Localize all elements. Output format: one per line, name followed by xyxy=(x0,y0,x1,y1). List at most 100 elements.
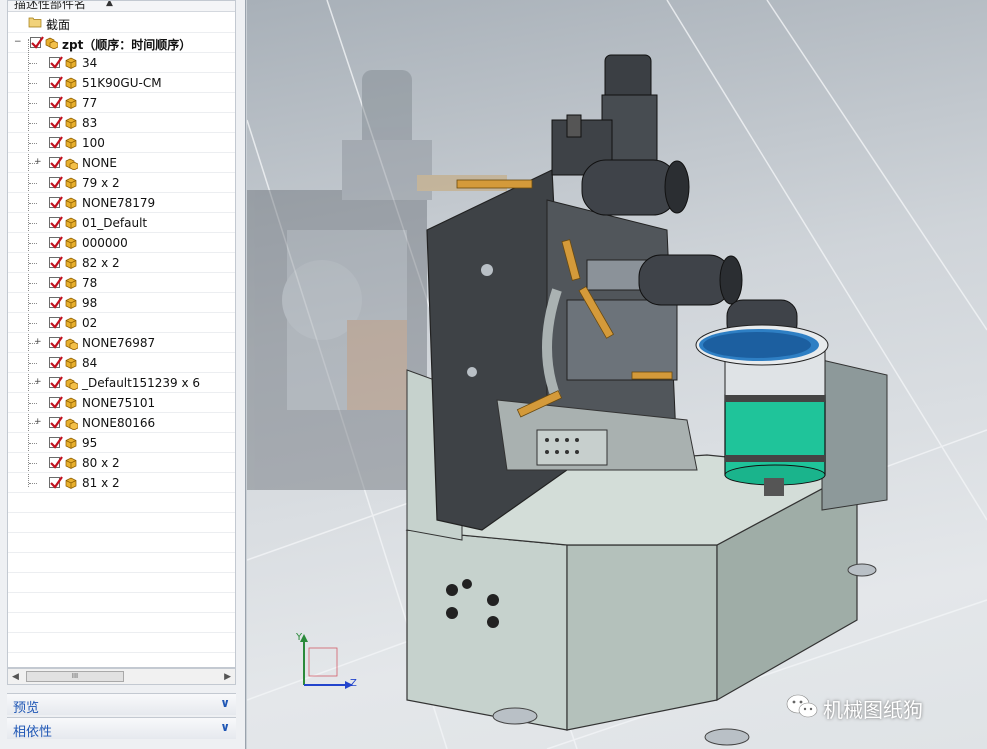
row-checkbox[interactable] xyxy=(49,436,63,449)
row-checkbox[interactable] xyxy=(49,216,63,229)
part-cube-icon xyxy=(65,277,77,289)
tree-item[interactable]: 000000 xyxy=(8,233,235,253)
folder-icon xyxy=(28,16,42,31)
row-checkbox[interactable] xyxy=(49,396,63,409)
tree-item[interactable]: 81 x 2 xyxy=(8,473,235,493)
empty-row xyxy=(8,613,235,633)
row-label: 34 xyxy=(82,56,98,70)
row-checkbox[interactable] xyxy=(49,136,63,149)
row-checkbox[interactable] xyxy=(49,456,63,469)
row-label: 95 xyxy=(82,436,98,450)
row-checkbox[interactable] xyxy=(49,356,63,369)
row-checkbox[interactable] xyxy=(49,76,63,89)
tree-branch-line xyxy=(29,403,37,404)
expand-icon[interactable]: + xyxy=(34,338,42,347)
part-cube-icon xyxy=(65,397,77,409)
expand-icon[interactable]: + xyxy=(34,378,42,387)
tree-item[interactable]: + _Default151239 x 6 xyxy=(8,373,235,393)
part-cube-icon xyxy=(65,177,77,189)
tree-item[interactable]: 51K90GU-CM xyxy=(8,73,235,93)
row-checkbox[interactable] xyxy=(49,376,63,389)
row-label: 77 xyxy=(82,96,98,110)
tree-item-root-assembly[interactable]: − zpt（顺序：时间顺序） xyxy=(8,33,235,53)
row-checkbox[interactable] xyxy=(49,416,63,429)
row-checkbox[interactable] xyxy=(49,96,63,109)
collapse-icon[interactable]: − xyxy=(14,38,22,47)
tree-item[interactable]: 82 x 2 xyxy=(8,253,235,273)
horizontal-scrollbar[interactable]: ◀ III ▶ xyxy=(7,668,236,685)
row-label: 79 x 2 xyxy=(82,176,120,190)
assembly-icon xyxy=(45,36,59,50)
axis-triad xyxy=(300,634,353,689)
tree-item[interactable]: NONE75101 xyxy=(8,393,235,413)
tree-branch-line xyxy=(29,183,37,184)
tree-branch-line xyxy=(29,303,37,304)
row-checkbox[interactable] xyxy=(49,56,63,69)
row-checkbox[interactable] xyxy=(49,316,63,329)
expand-icon[interactable]: + xyxy=(34,158,42,167)
tree-item[interactable]: 84 xyxy=(8,353,235,373)
empty-row xyxy=(8,553,235,573)
part-cube-icon xyxy=(65,117,77,129)
preview-section-header[interactable]: 预览 ∨ xyxy=(7,693,236,716)
tree-item[interactable]: 83 xyxy=(8,113,235,133)
part-cube-icon xyxy=(65,77,77,89)
dependencies-section-header[interactable]: 相依性 ∨ xyxy=(7,717,236,740)
row-checkbox[interactable] xyxy=(49,296,63,309)
empty-row xyxy=(8,633,235,653)
row-checkbox[interactable] xyxy=(49,116,63,129)
row-checkbox[interactable] xyxy=(49,276,63,289)
scroll-right-arrow-icon[interactable]: ▶ xyxy=(224,672,231,682)
tree-item[interactable]: 78 xyxy=(8,273,235,293)
tree-item[interactable]: NONE78179 xyxy=(8,193,235,213)
part-cube-icon xyxy=(65,57,77,69)
part-tree: 描述性部件名 ▲ 截面 − zpt（顺序：时间顺序） 34 51K90GU-CM 77 83… xyxy=(7,0,236,668)
row-checkbox[interactable] xyxy=(49,336,63,349)
tree-item[interactable]: + NONE xyxy=(8,153,235,173)
tree-branch-line xyxy=(29,363,37,364)
part-cube-icon xyxy=(65,317,77,329)
tree-item[interactable]: 34 xyxy=(8,53,235,73)
sort-ascending-icon[interactable]: ▲ xyxy=(106,1,113,8)
tree-branch-line xyxy=(29,283,37,284)
row-checkbox[interactable] xyxy=(49,256,63,269)
tree-item-sections[interactable]: 截面 xyxy=(8,13,235,33)
assembly-icon xyxy=(65,337,79,351)
chevron-down-icon[interactable]: ∨ xyxy=(220,720,230,734)
tree-item[interactable]: 80 x 2 xyxy=(8,453,235,473)
tree-item[interactable]: 02 xyxy=(8,313,235,333)
tree-item[interactable]: + NONE80166 xyxy=(8,413,235,433)
tree-item[interactable]: 77 xyxy=(8,93,235,113)
column-header-label: 描述性部件名 xyxy=(14,0,87,11)
row-label: NONE75101 xyxy=(82,396,156,410)
row-checkbox[interactable] xyxy=(49,156,63,169)
tree-item[interactable]: + NONE76987 xyxy=(8,333,235,353)
expand-icon[interactable]: + xyxy=(34,418,42,427)
row-checkbox[interactable] xyxy=(49,196,63,209)
scroll-thumb[interactable]: III xyxy=(26,671,124,682)
row-checkbox[interactable] xyxy=(30,36,44,49)
tree-item[interactable]: 100 xyxy=(8,133,235,153)
tree-item[interactable]: 95 xyxy=(8,433,235,453)
tree-item[interactable]: 79 x 2 xyxy=(8,173,235,193)
row-label: 80 x 2 xyxy=(82,456,120,470)
tree-item[interactable]: 01_Default xyxy=(8,213,235,233)
row-checkbox[interactable] xyxy=(49,236,63,249)
tree-item[interactable]: 98 xyxy=(8,293,235,313)
empty-row xyxy=(8,533,235,553)
chevron-down-icon[interactable]: ∨ xyxy=(220,696,230,710)
empty-row xyxy=(8,513,235,533)
row-label: 02 xyxy=(82,316,98,330)
tree-branch-line xyxy=(29,263,37,264)
preview-section-title: 预览 xyxy=(13,701,40,716)
part-cube-icon xyxy=(65,97,77,109)
part-cube-icon xyxy=(65,457,77,469)
tree-column-header[interactable]: 描述性部件名 ▲ xyxy=(8,1,235,12)
row-checkbox[interactable] xyxy=(49,176,63,189)
tree-branch-line xyxy=(29,443,37,444)
tree-branch-line xyxy=(29,323,37,324)
3d-model-viewport[interactable]: Y Z xyxy=(247,0,987,749)
row-label: zpt（顺序：时间顺序） xyxy=(62,38,192,52)
row-checkbox[interactable] xyxy=(49,476,63,489)
scroll-left-arrow-icon[interactable]: ◀ xyxy=(12,672,19,682)
